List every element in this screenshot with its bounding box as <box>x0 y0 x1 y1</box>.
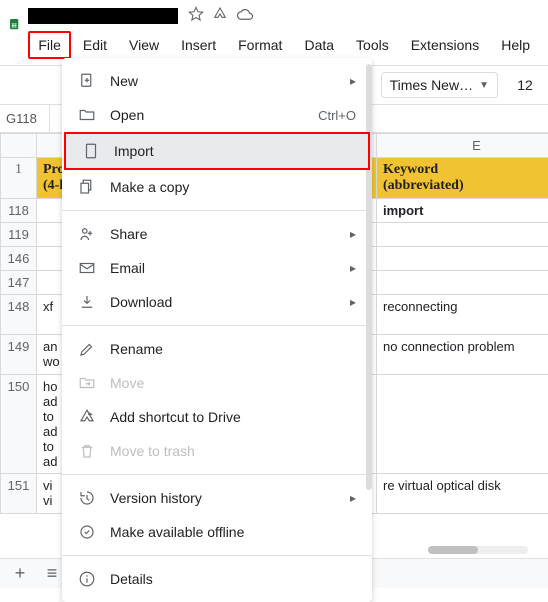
menubar-item-data[interactable]: Data <box>294 31 344 59</box>
menu-item-label: Move <box>110 375 144 391</box>
new-doc-icon <box>78 72 96 90</box>
share-icon <box>78 225 96 243</box>
all-sheets-button[interactable]: ≡ <box>40 562 64 586</box>
menu-item-label: Rename <box>110 341 163 357</box>
copy-doc-icon <box>78 178 96 196</box>
history-icon <box>78 489 96 507</box>
submenu-arrow-icon: ▸ <box>350 227 356 241</box>
sheets-logo-icon[interactable] <box>8 6 20 42</box>
menu-separator <box>62 474 372 475</box>
row-header[interactable]: 118 <box>1 199 37 223</box>
row-header[interactable]: 146 <box>1 247 37 271</box>
move-icon <box>78 374 96 392</box>
font-name-label: Times New… <box>390 77 474 93</box>
cell[interactable]: Keyword (abbreviated) <box>377 158 548 199</box>
add-sheet-button[interactable]: + <box>8 562 32 586</box>
menubar-item-tools[interactable]: Tools <box>346 31 399 59</box>
menu-item-add-shortcut-to-drive[interactable]: Add shortcut to Drive <box>62 400 372 434</box>
cell[interactable]: import <box>377 199 548 223</box>
trash-icon <box>78 442 96 460</box>
file-menu-dropdown: New▸OpenCtrl+OImportMake a copyShare▸Ema… <box>62 58 372 602</box>
menubar-item-edit[interactable]: Edit <box>73 31 117 59</box>
row-header[interactable]: 119 <box>1 223 37 247</box>
import-icon <box>82 142 100 160</box>
submenu-arrow-icon: ▸ <box>350 74 356 88</box>
font-name-selector[interactable]: Times New… ▼ <box>381 72 498 98</box>
menu-item-version-history[interactable]: Version history ▸ <box>62 481 372 515</box>
menu-separator <box>62 325 372 326</box>
font-size-input[interactable]: 12 <box>510 77 540 93</box>
column-header-e[interactable]: E <box>377 134 548 158</box>
horizontal-scrollbar[interactable] <box>428 546 528 554</box>
menu-item-new[interactable]: New ▸ <box>62 64 372 98</box>
menu-separator <box>62 210 372 211</box>
menu-item-label: Make a copy <box>110 179 189 195</box>
submenu-arrow-icon: ▸ <box>350 261 356 275</box>
submenu-arrow-icon: ▸ <box>350 491 356 505</box>
menu-separator <box>62 555 372 556</box>
menubar-item-help[interactable]: Help <box>491 31 540 59</box>
menu-item-open[interactable]: Open Ctrl+O <box>62 98 372 132</box>
email-icon <box>78 259 96 277</box>
menubar: FileEditViewInsertFormatDataToolsExtensi… <box>28 31 540 59</box>
cell[interactable]: no connection problem <box>377 335 548 375</box>
rename-icon <box>78 340 96 358</box>
menu-item-label: Make available offline <box>110 524 244 540</box>
menu-item-label: Open <box>110 107 144 123</box>
menu-item-move: Move <box>62 366 372 400</box>
chevron-down-icon: ▼ <box>479 80 489 91</box>
cloud-status-icon[interactable] <box>236 7 254 24</box>
cell[interactable] <box>377 375 548 474</box>
menu-item-import[interactable]: Import <box>64 132 370 170</box>
menubar-item-view[interactable]: View <box>119 31 169 59</box>
shortcut-icon <box>78 408 96 426</box>
document-title[interactable] <box>28 8 178 24</box>
menu-item-label: Add shortcut to Drive <box>110 409 241 425</box>
menu-item-label: Version history <box>110 490 202 506</box>
name-box[interactable]: G118 <box>0 105 50 132</box>
move-to-drive-icon[interactable] <box>212 6 228 25</box>
menu-item-make-available-offline[interactable]: Make available offline <box>62 515 372 549</box>
offline-icon <box>78 523 96 541</box>
title-bar: FileEditViewInsertFormatDataToolsExtensi… <box>0 0 548 59</box>
select-all-cell[interactable] <box>1 134 37 158</box>
star-icon[interactable] <box>188 6 204 25</box>
row-header[interactable]: 148 <box>1 295 37 335</box>
menu-item-make-a-copy[interactable]: Make a copy <box>62 170 372 204</box>
menu-item-share[interactable]: Share ▸ <box>62 217 372 251</box>
menu-shortcut: Ctrl+O <box>318 108 356 123</box>
menu-item-move-to-trash: Move to trash <box>62 434 372 468</box>
row-header[interactable]: 149 <box>1 335 37 375</box>
menu-item-label: Share <box>110 226 147 242</box>
row-header[interactable]: 151 <box>1 474 37 514</box>
cell[interactable] <box>377 271 548 295</box>
name-box-value: G118 <box>6 111 37 126</box>
cell[interactable]: reconnecting <box>377 295 548 335</box>
cell[interactable] <box>377 223 548 247</box>
menu-item-details[interactable]: Details <box>62 562 372 596</box>
menu-item-label: Download <box>110 294 172 310</box>
row-header[interactable]: 147 <box>1 271 37 295</box>
row-header[interactable]: 1 <box>1 158 37 199</box>
submenu-arrow-icon: ▸ <box>350 295 356 309</box>
menu-item-download[interactable]: Download ▸ <box>62 285 372 319</box>
menu-item-email[interactable]: Email ▸ <box>62 251 372 285</box>
menu-item-label: Move to trash <box>110 443 195 459</box>
horizontal-scrollbar-thumb[interactable] <box>428 546 478 554</box>
menu-item-rename[interactable]: Rename <box>62 332 372 366</box>
folder-icon <box>78 106 96 124</box>
cell[interactable] <box>377 247 548 271</box>
details-icon <box>78 570 96 588</box>
menubar-item-extensions[interactable]: Extensions <box>401 31 489 59</box>
menu-item-label: Email <box>110 260 145 276</box>
download-icon <box>78 293 96 311</box>
menubar-item-insert[interactable]: Insert <box>171 31 226 59</box>
menubar-item-file[interactable]: File <box>28 31 71 59</box>
menubar-item-format[interactable]: Format <box>228 31 292 59</box>
cell[interactable]: re virtual optical disk <box>377 474 548 514</box>
menu-item-label: Details <box>110 571 153 587</box>
row-header[interactable]: 150 <box>1 375 37 474</box>
menu-item-label: New <box>110 73 138 89</box>
menu-item-label: Import <box>114 143 154 159</box>
